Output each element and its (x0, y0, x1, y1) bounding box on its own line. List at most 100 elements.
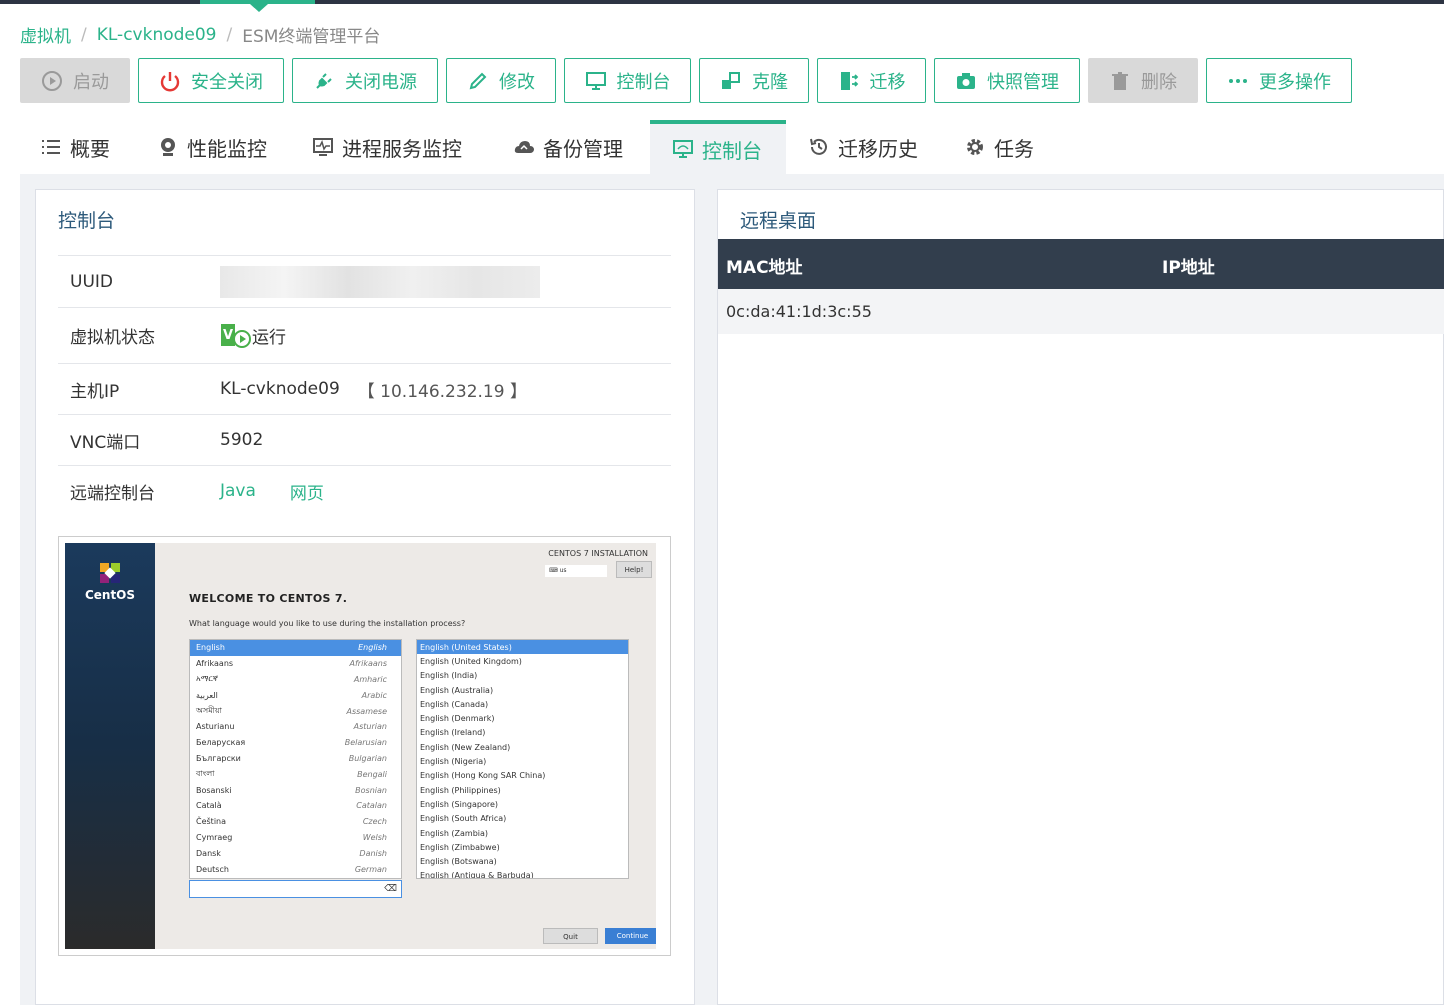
safe-shutdown-button[interactable]: 安全关闭 (138, 58, 284, 103)
uuid-value (220, 265, 540, 298)
language-list-item[interactable]: አማርኛ Amharic (190, 672, 401, 688)
tab-performance[interactable]: 性能监控 (157, 120, 267, 174)
tab-console[interactable]: 控制台 (650, 120, 786, 174)
locale-list-item[interactable]: English (United States) (417, 640, 628, 655)
locale-list-item[interactable]: English (Botswana) (417, 854, 628, 868)
locale-list-item[interactable]: English (Zambia) (417, 826, 628, 840)
vm-running-icon: V (221, 323, 251, 348)
list-icon (42, 140, 60, 154)
language-list-item[interactable]: Dansk Danish (190, 845, 401, 861)
language-list-item[interactable]: Cymraeg Welsh (190, 830, 401, 846)
locale-list-item[interactable]: English (Denmark) (417, 711, 628, 725)
language-native-name: Български (196, 753, 241, 763)
keyboard-layout-field[interactable]: ⌨ us (545, 565, 607, 577)
language-english-name: English (358, 643, 387, 653)
locale-list-item[interactable]: English (United Kingdom) (417, 654, 628, 668)
language-list-item[interactable]: Bosanski Bosnian (190, 782, 401, 798)
tab-backup[interactable]: 备份管理 (513, 120, 623, 174)
language-native-name: Беларуская (196, 738, 246, 748)
vm-status-value: 运行 (252, 328, 286, 348)
tab-tasks[interactable]: 任务 (964, 120, 1034, 174)
tab-migration-history[interactable]: 迁移历史 (808, 120, 918, 174)
locale-list-item[interactable]: English (Singapore) (417, 797, 628, 811)
power-off-button[interactable]: 关闭电源 (292, 58, 438, 103)
quit-button[interactable]: Quit (543, 928, 598, 944)
language-list-item[interactable]: অসমীয়া Assamese (190, 703, 401, 719)
console-button[interactable]: 控制台 (564, 58, 691, 103)
top-bar-notch (250, 4, 268, 12)
web-console-link[interactable]: 网页 (290, 479, 324, 504)
locale-list-item[interactable]: English (Nigeria) (417, 754, 628, 768)
language-list-item[interactable]: Deutsch German (190, 861, 401, 877)
clear-backspace-icon[interactable]: ⌫ (384, 884, 397, 894)
language-list-item[interactable]: العربية Arabic (190, 687, 401, 703)
language-native-name: Deutsch (196, 864, 229, 874)
power-off-label: 关闭电源 (345, 71, 417, 93)
vm-status-row: 虚拟机状态 V 运行 (58, 307, 671, 363)
language-list-item[interactable]: Български Bulgarian (190, 751, 401, 767)
language-native-name: Čeština (196, 817, 227, 827)
locale-list-item[interactable]: English (Antigua & Barbuda) (417, 869, 628, 878)
language-native-name: English (196, 643, 225, 653)
language-english-name: Bengali (357, 769, 387, 779)
language-native-name: العربية (196, 690, 218, 700)
language-list-item[interactable]: English English (190, 640, 401, 656)
locale-list-item[interactable]: English (Philippines) (417, 783, 628, 797)
table-row[interactable]: 0c:da:41:1d:3c:55 (718, 289, 1444, 334)
language-list-item[interactable]: Afrikaans Afrikaans (190, 656, 401, 672)
language-native-name: বাংলা (196, 768, 215, 778)
locale-list-item[interactable]: English (Ireland) (417, 726, 628, 740)
migrate-button[interactable]: 迁移 (817, 58, 926, 103)
help-button[interactable]: Help! (616, 561, 652, 578)
locale-list-item[interactable]: English (New Zealand) (417, 740, 628, 754)
edit-button[interactable]: 修改 (446, 58, 556, 103)
locale-list-item[interactable]: English (India) (417, 669, 628, 683)
tab-overview[interactable]: 概要 (40, 120, 110, 174)
breadcrumb-host[interactable]: KL-cvknode09 (97, 25, 217, 45)
language-english-name: Danish (359, 848, 387, 858)
language-list-item[interactable]: Asturianu Asturian (190, 719, 401, 735)
host-ip-row: 主机IP KL-cvknode09 【 10.146.232.19 】 (58, 363, 671, 414)
java-console-link[interactable]: Java (220, 481, 256, 501)
top-bar (0, 0, 1444, 12)
uuid-row: UUID (58, 255, 671, 307)
more-actions-button[interactable]: 更多操作 (1206, 58, 1352, 103)
console-panel-title: 控制台 (58, 210, 116, 232)
locale-list-item[interactable]: English (Hong Kong SAR China) (417, 769, 628, 783)
locale-list-item[interactable]: English (Australia) (417, 683, 628, 697)
start-label: 启动 (73, 71, 109, 93)
language-list-item[interactable]: Беларуская Belarusian (190, 735, 401, 751)
continue-button[interactable]: Continue (605, 928, 656, 944)
tab-process-monitor[interactable]: 进程服务监控 (312, 120, 462, 174)
vm-console-screen[interactable]: CentOS CENTOS 7 INSTALLATION ⌨ us Help! … (58, 536, 671, 956)
snapshot-label: 快照管理 (987, 71, 1059, 93)
vm-display[interactable]: CentOS CENTOS 7 INSTALLATION ⌨ us Help! … (65, 543, 656, 949)
remote-desktop-panel: 远程桌面 MAC地址 IP地址 0c:da:41:1d:3c:55 (717, 189, 1444, 1005)
uuid-redacted (220, 265, 540, 298)
language-list-item[interactable]: বাংলা Bengali (190, 766, 401, 782)
language-list[interactable]: English English Afrikaans Afrikaans አማርኛ Amha… (189, 639, 402, 879)
tab-migration-history-label: 迁移历史 (838, 136, 918, 161)
language-english-name: Afrikaans (349, 659, 387, 669)
language-english-name: Catalan (356, 801, 387, 811)
language-search-input[interactable]: ⌫ (189, 880, 402, 898)
language-list-item[interactable]: Català Catalan (190, 798, 401, 814)
clone-button[interactable]: 克隆 (699, 58, 809, 103)
migrate-label: 迁移 (869, 71, 906, 93)
language-list-item[interactable]: Čeština Czech (190, 814, 401, 830)
snapshot-button[interactable]: 快照管理 (934, 58, 1080, 103)
vnc-port-value: 5902 (220, 430, 264, 450)
start-button[interactable]: 启动 (20, 58, 130, 103)
camera-icon (957, 72, 975, 89)
language-native-name: Dansk (196, 848, 221, 858)
locale-list-item[interactable]: English (Zimbabwe) (417, 840, 628, 854)
locale-list-item[interactable]: English (Canada) (417, 697, 628, 711)
locale-list[interactable]: English (United States) English (United K… (416, 639, 629, 879)
breadcrumb-separator: / (226, 24, 233, 45)
mac-column-header: MAC地址 (726, 258, 803, 278)
breadcrumb-vm[interactable]: 虚拟机 (20, 22, 71, 47)
language-english-name: Belarusian (344, 738, 387, 748)
locale-list-item[interactable]: English (South Africa) (417, 812, 628, 826)
history-icon (810, 138, 827, 155)
delete-button[interactable]: 删除 (1088, 58, 1198, 103)
